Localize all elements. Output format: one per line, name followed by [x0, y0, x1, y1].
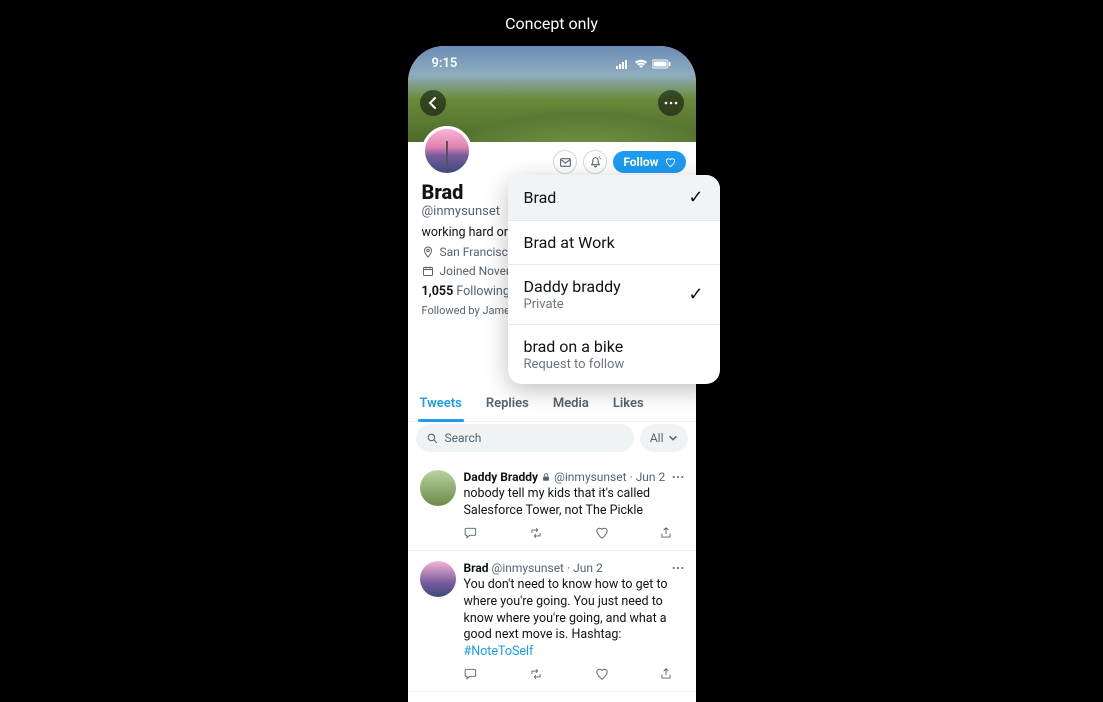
persona-option[interactable]: Daddy braddy Private ✓ [508, 265, 720, 325]
check-icon: ✓ [688, 187, 703, 208]
tweet-text: nobody tell my kids that it's called Sal… [464, 486, 684, 520]
tweet-separator: · [630, 470, 633, 484]
tweet-date: Jun 2 [573, 561, 603, 575]
persona-option[interactable]: Brad at Work [508, 221, 720, 265]
persona-title: Brad at Work [524, 233, 615, 252]
signal-icon [616, 59, 630, 69]
tweet-date: Jun 2 [636, 470, 666, 484]
profile-action-row: Follow [553, 150, 685, 174]
search-row: Search All [416, 424, 688, 452]
tab-media[interactable]: Media [541, 386, 601, 421]
avatar[interactable] [422, 126, 472, 176]
tab-replies[interactable]: Replies [474, 386, 541, 421]
status-bar: 9:15 [408, 56, 696, 71]
search-input[interactable]: Search [416, 424, 634, 452]
tweet[interactable]: Brad @inmysunset · Jun 2 You don't need … [408, 551, 696, 692]
persona-option[interactable]: brad on a bike Request to follow [508, 325, 720, 384]
location-icon [422, 246, 434, 258]
persona-title: brad on a bike [524, 337, 625, 356]
status-icons [616, 59, 672, 69]
tab-likes[interactable]: Likes [601, 386, 656, 421]
tweet-actions [464, 526, 674, 540]
share-icon[interactable] [659, 526, 673, 540]
like-icon[interactable] [595, 667, 609, 681]
persona-popover: Brad ✓ Brad at Work Daddy braddy Private… [508, 175, 720, 384]
filter-dropdown[interactable]: All [640, 424, 688, 452]
search-icon [426, 432, 439, 445]
check-icon: ✓ [688, 284, 703, 305]
tweet-avatar[interactable] [420, 561, 456, 597]
tweet[interactable]: BE Brad at Work @inmysunset · Jun 2 what… [408, 692, 696, 702]
follow-button[interactable]: Follow [613, 151, 685, 173]
tweet-actions [464, 667, 674, 681]
reply-icon[interactable] [464, 526, 478, 540]
filter-label: All [650, 431, 664, 445]
tweet-author: Brad [464, 561, 489, 575]
status-time: 9:15 [432, 56, 458, 71]
notify-button[interactable] [583, 150, 607, 174]
share-icon[interactable] [659, 667, 673, 681]
profile-tabs: Tweets Replies Media Likes [408, 386, 696, 422]
calendar-icon [422, 265, 434, 277]
tweet[interactable]: Daddy Braddy @inmysunset · Jun 2 nobody … [408, 460, 696, 551]
reply-icon[interactable] [464, 667, 478, 681]
search-placeholder: Search [445, 431, 482, 445]
tab-tweets[interactable]: Tweets [408, 386, 474, 421]
tweet-text: You don't need to know how to get to whe… [464, 577, 684, 661]
tweet-more-icon[interactable] [672, 566, 684, 570]
battery-icon [652, 59, 672, 69]
wifi-icon [634, 59, 648, 69]
tweet-avatar[interactable] [420, 470, 456, 506]
retweet-icon[interactable] [528, 667, 544, 681]
tweet-handle: @inmysunset [554, 470, 626, 484]
retweet-icon[interactable] [528, 526, 544, 540]
profile-location: San Francisco [440, 245, 515, 259]
chevron-down-icon [668, 433, 678, 443]
persona-subtitle: Request to follow [524, 357, 625, 372]
tweet-more-icon[interactable] [672, 475, 684, 479]
lock-icon [541, 472, 551, 482]
back-button[interactable] [420, 90, 446, 116]
tweet-author: Daddy Braddy [464, 470, 539, 484]
heart-icon [665, 157, 676, 168]
persona-option[interactable]: Brad ✓ [508, 175, 720, 221]
hashtag[interactable]: #NoteToSelf [464, 644, 534, 659]
persona-title: Brad [524, 188, 557, 207]
tweet-feed: Daddy Braddy @inmysunset · Jun 2 nobody … [408, 460, 696, 702]
persona-subtitle: Private [524, 297, 621, 312]
concept-label: Concept only [505, 14, 598, 33]
tweet-handle: @inmysunset [492, 561, 564, 575]
message-button[interactable] [553, 150, 577, 174]
following-label: Following [456, 284, 509, 299]
follow-button-label: Follow [623, 155, 658, 169]
tweet-separator: · [567, 561, 570, 575]
more-options-button[interactable] [658, 90, 684, 116]
persona-title: Daddy braddy [524, 277, 621, 296]
like-icon[interactable] [595, 526, 609, 540]
following-count: 1,055 [422, 284, 454, 299]
